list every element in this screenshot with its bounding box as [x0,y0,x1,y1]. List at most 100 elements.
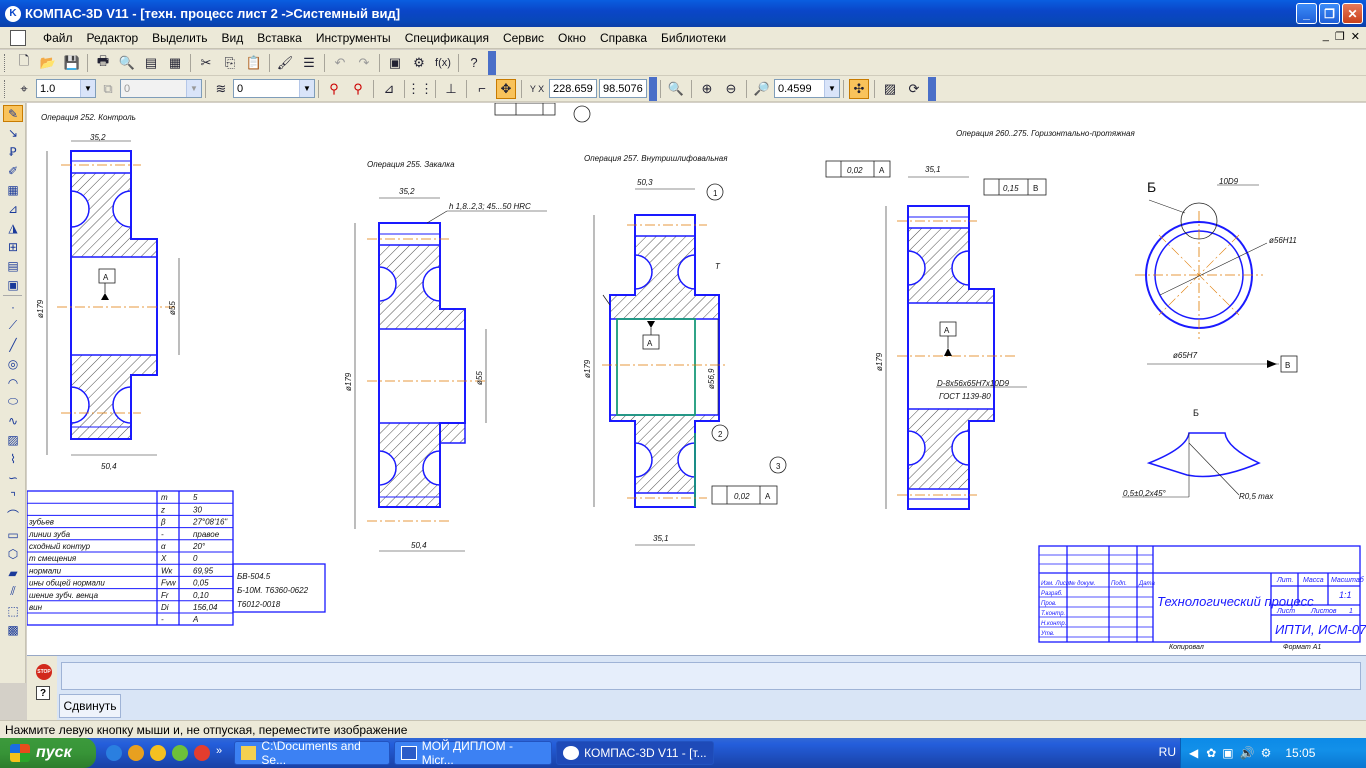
manager-icon[interactable]: ▦ [165,53,185,73]
toolbar-options-icon-3[interactable] [928,76,936,101]
redo-icon[interactable]: ↷ [354,53,374,73]
menu-insert[interactable]: Вставка [250,31,309,45]
zoom-window-icon[interactable]: 🔍 [666,79,686,99]
tray-icon-3[interactable]: ⚙ [1261,746,1272,760]
ellipse-icon[interactable]: ⬭ [3,393,23,410]
toolbar-grip[interactable] [4,53,8,72]
document-icon[interactable] [10,29,26,46]
spec-icon[interactable]: ⊞ [3,238,23,255]
stop-icon[interactable]: STOP [36,664,52,680]
arc-icon[interactable]: ◠ [3,374,23,391]
geometry-icon[interactable]: ✎ [3,105,23,122]
style-combo[interactable]: 0 ▼ [233,79,315,98]
volume-icon[interactable]: 🔊 [1240,746,1255,760]
zoom-scale-icon[interactable]: 🔎 [752,79,772,99]
grid-icon[interactable]: ⋮⋮ [407,79,433,99]
start-button[interactable]: пуск [0,738,96,768]
menu-tools[interactable]: Инструменты [309,31,398,45]
tray-icon-1[interactable]: ✿ [1206,746,1216,760]
close-button[interactable]: ✕ [1342,3,1363,24]
new-document-icon[interactable]: 🗋 [14,53,34,73]
tree-icon[interactable]: ▣ [385,53,405,73]
chamfer-icon[interactable]: ⌝ [3,488,23,505]
polyline-icon[interactable]: ⌇ [3,450,23,467]
parametrize-icon[interactable]: ▦ [3,181,23,198]
menu-window[interactable]: Окно [551,31,593,45]
zoom-combo[interactable]: 0.4599 ▼ [774,79,840,98]
variables-icon[interactable]: ⚙ [409,53,429,73]
toolbar-options-icon-2[interactable] [649,76,657,101]
doc-minimize-button[interactable]: _ [1323,30,1329,43]
flower-icon[interactable] [172,745,188,761]
language-indicator[interactable]: RU [1159,745,1176,759]
open-icon[interactable]: 📂 [38,53,58,73]
zoom-out-icon[interactable]: ⊖ [721,79,741,99]
save-icon[interactable]: 💾 [62,53,82,73]
fillet-icon[interactable]: ⌒ [3,507,23,524]
chrome-icon[interactable] [194,745,210,761]
media-icon[interactable] [128,745,144,761]
toolbar-grip-2[interactable] [4,79,8,98]
snap-local-icon[interactable]: ⚲ [348,79,368,99]
edit-icon[interactable]: ✐ [3,162,23,179]
fx-icon[interactable]: f(x) [433,53,453,73]
properties-icon[interactable]: ☰ [299,53,319,73]
insert-icon[interactable]: ▣ [3,276,23,293]
context-help-icon[interactable]: ? [464,53,484,73]
chevron-down-icon[interactable]: ▼ [186,80,201,97]
snap-icon[interactable]: ⚲ [324,79,344,99]
menu-editor[interactable]: Редактор [80,31,146,45]
tray-expand-icon[interactable]: ◀ [1189,746,1198,760]
contour-icon[interactable]: ▰ [3,564,23,581]
hatch-icon[interactable]: ▨ [3,431,23,448]
toolbar-options-icon[interactable] [488,50,496,75]
chevron-down-icon[interactable]: ▼ [824,80,839,97]
curve-icon[interactable]: ∽ [3,469,23,486]
task-kompas[interactable]: КОМПАС-3D V11 - [т... [556,741,715,765]
task-explorer[interactable]: C:\Documents and Se... [234,739,391,767]
cursor-coords-icon[interactable]: ✥ [496,78,516,99]
chevron-down-icon[interactable]: ▼ [299,80,314,97]
dimensions-icon[interactable]: ↘ [3,124,23,141]
polygon-icon[interactable]: ⬡ [3,545,23,562]
menu-file[interactable]: Файл [36,31,80,45]
tray-icon-2[interactable]: ▣ [1222,746,1233,760]
menu-specification[interactable]: Спецификация [398,31,496,45]
segment-icon[interactable]: ╱ [3,336,23,353]
menu-help[interactable]: Справка [593,31,654,45]
point-icon[interactable]: · [3,298,23,315]
refresh-icon[interactable]: ⟳ [904,79,924,99]
rectangle-icon[interactable]: ▭ [3,526,23,543]
undo-icon[interactable]: ↶ [330,53,350,73]
coord-x-field[interactable]: 228.659 [549,79,597,98]
spline-icon[interactable]: ∿ [3,412,23,429]
equidistant-icon[interactable]: ⫽ [3,583,23,600]
measure-icon[interactable]: ⊿ [3,200,23,217]
copy-icon[interactable]: ⎘ [220,53,240,73]
menu-view[interactable]: Вид [215,31,251,45]
doc-close-button[interactable]: ✕ [1351,30,1360,43]
layer-icon[interactable]: ⧉ [98,79,118,99]
show-all-icon[interactable]: ▨ [880,79,900,99]
round-icon[interactable]: ⊿ [379,79,399,99]
tab-pan[interactable]: Сдвинуть [59,694,121,718]
zoom-in-icon[interactable]: ⊕ [697,79,717,99]
chevron-down-icon[interactable]: ▼ [80,80,95,97]
preview-icon[interactable]: 🔍 [117,53,137,73]
copy-properties-icon[interactable]: 🖌 [275,53,295,73]
select-icon[interactable]: ◮ [3,219,23,236]
circle-icon[interactable]: ◎ [3,355,23,372]
paste-icon[interactable]: 📋 [244,53,264,73]
kompas-app-icon[interactable]: K [5,5,21,22]
quick-launch-more-icon[interactable]: » [216,745,222,761]
coord-y-field[interactable]: 98.5076 [599,79,647,98]
menu-select[interactable]: Выделить [145,31,214,45]
menu-libraries[interactable]: Библиотеки [654,31,733,45]
doc-restore-button[interactable]: ❐ [1335,30,1345,43]
ortho-icon[interactable]: ⊥ [441,79,461,99]
ie-icon[interactable] [106,745,122,761]
local-cs-icon[interactable]: ⌐ [472,79,492,99]
cut-icon[interactable]: ✂ [196,53,216,73]
app-icon[interactable] [150,745,166,761]
menu-service[interactable]: Сервис [496,31,551,45]
